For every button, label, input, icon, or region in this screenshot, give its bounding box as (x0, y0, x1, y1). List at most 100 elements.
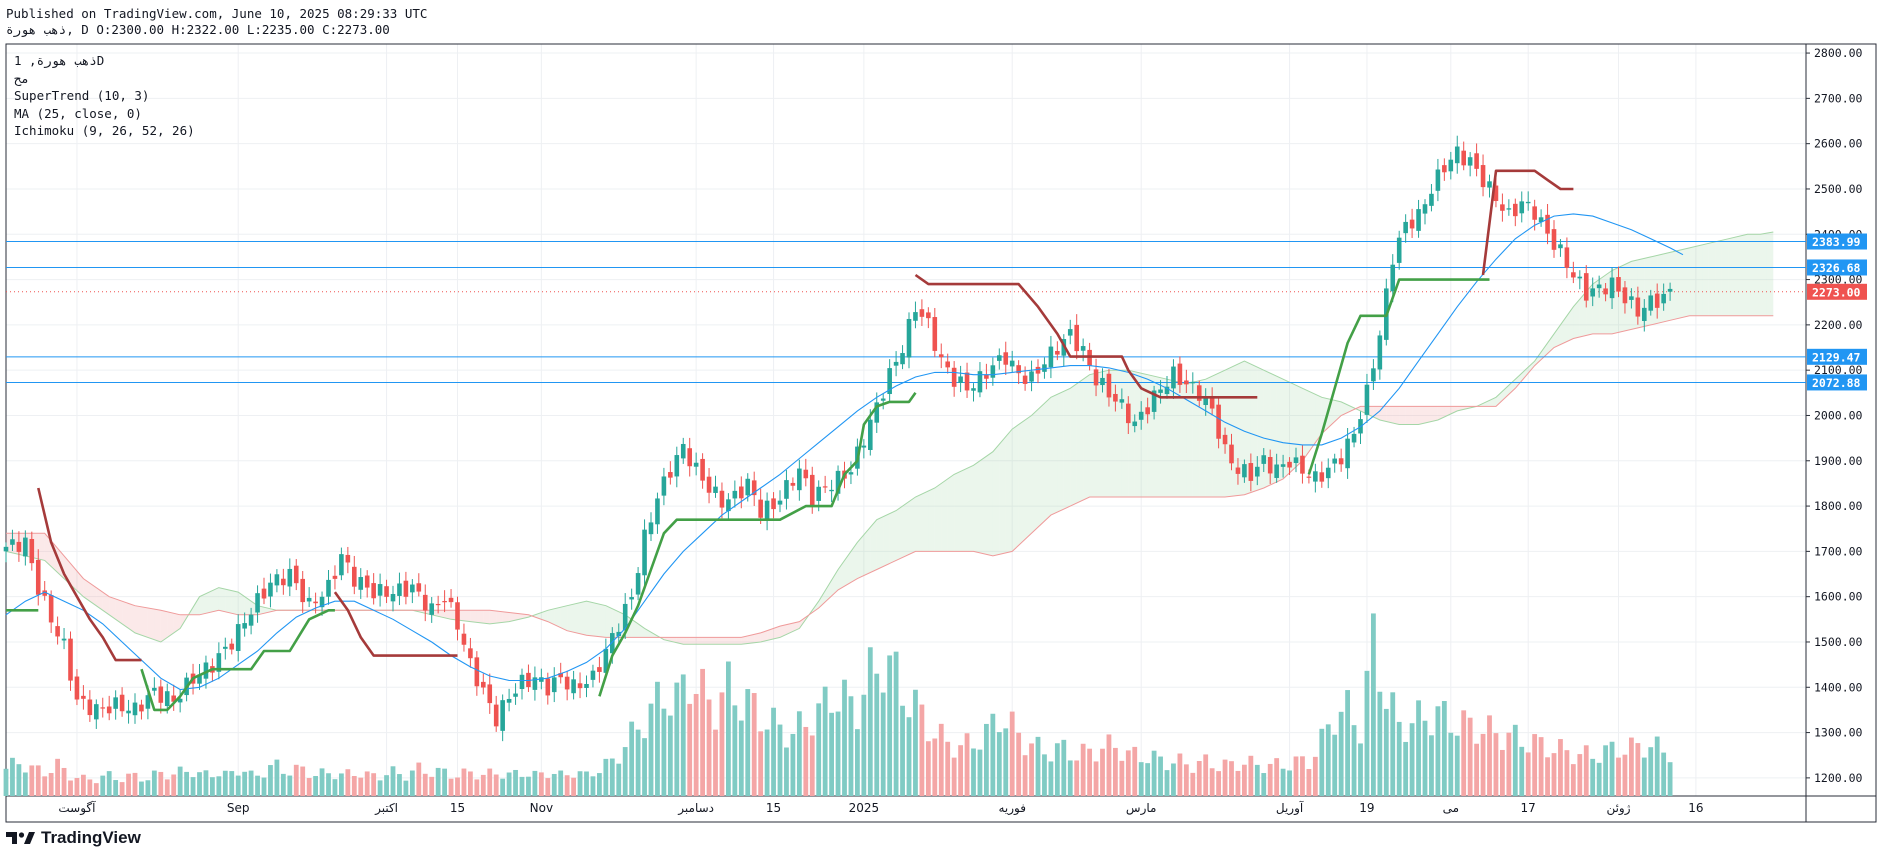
candle-body (339, 554, 344, 576)
candle (1538, 209, 1544, 227)
legend-ichimoku[interactable]: Ichimoku (9, 26, 52, 26) (14, 122, 195, 140)
cloud-segment (1676, 249, 1683, 319)
volume-bar (719, 692, 725, 796)
candle-body (1577, 276, 1583, 279)
candle-body (287, 568, 293, 587)
volume-bar (1519, 746, 1525, 796)
candle-body (1480, 165, 1486, 188)
candle-body (481, 681, 486, 688)
candle (1409, 208, 1415, 238)
candle (1500, 193, 1505, 222)
legend-symbol[interactable]: ذهب هورة, 1D (14, 52, 195, 70)
time-tick-label: 19 (1359, 801, 1374, 815)
candle-body (1545, 214, 1550, 234)
candle (1416, 199, 1421, 238)
candle-body (984, 374, 989, 379)
volume-bar (397, 774, 402, 796)
candle-body (771, 498, 776, 510)
volume-bar (1145, 763, 1151, 796)
candle-body (848, 472, 854, 475)
candle (1467, 152, 1473, 177)
volume-bar (1274, 758, 1280, 796)
cloud-segment (1418, 406, 1425, 425)
candle (1048, 335, 1054, 379)
volume-bar (358, 777, 364, 796)
volume-bar (680, 674, 686, 796)
volume-bar (1609, 741, 1615, 796)
candle-body (564, 676, 570, 690)
candle-body (958, 376, 963, 383)
cloud-segment (470, 610, 477, 623)
cloud-segment (1399, 406, 1406, 425)
price-tick-label: 1900.00 (1814, 454, 1863, 468)
time-tick-label: 17 (1521, 801, 1536, 815)
volume-bar (1312, 756, 1318, 796)
volume-bar (655, 681, 660, 796)
candle (352, 555, 357, 595)
cloud-segment (212, 587, 219, 612)
volume-bar (880, 692, 886, 796)
cloud-segment (979, 456, 987, 555)
cloud-segment (1057, 391, 1064, 513)
volume-bar (796, 711, 802, 796)
volume-bar (1016, 732, 1022, 796)
candle (1551, 220, 1557, 258)
volume-bar (468, 771, 473, 796)
candle-body (274, 574, 280, 586)
volume-bar (571, 777, 576, 796)
volume-bar (906, 717, 912, 796)
volume-bar (158, 771, 164, 796)
cloud-segment (476, 610, 484, 624)
candle-body (790, 482, 796, 486)
volume-bar (1067, 760, 1073, 796)
legend-ma[interactable]: MA (25, close, 0) (14, 105, 195, 123)
candle (648, 512, 654, 542)
candle-body (235, 624, 241, 651)
volume-bar (1119, 760, 1125, 796)
candle (81, 685, 86, 710)
candle-body (1126, 403, 1131, 424)
volume-bar (1661, 752, 1667, 796)
candle-body (926, 312, 931, 319)
cloud-segment (231, 590, 239, 615)
volume-bar (197, 772, 202, 796)
price-chart[interactable]: 1200.00 1300.00 1400.00 1500.00 1600.00 1700.… (0, 0, 1878, 858)
candle-body (1474, 153, 1479, 169)
cloud-segment (1495, 391, 1503, 407)
candle-body (945, 361, 950, 368)
cloud-segment (715, 637, 722, 645)
cloud-segment (1089, 373, 1097, 498)
candle-body (1274, 464, 1279, 478)
volume-bar (1003, 728, 1009, 796)
volume-bar (1487, 715, 1492, 796)
volume-bar (1345, 690, 1350, 796)
volume-bar (1500, 749, 1505, 796)
volume-bar (951, 757, 957, 796)
candle-body (1442, 165, 1447, 173)
cloud-segment (1670, 250, 1677, 321)
volume-bar (745, 689, 751, 796)
cloud-segment (889, 510, 897, 564)
candle (339, 547, 344, 581)
candle-body (364, 575, 370, 588)
candle-body (23, 537, 28, 557)
volume-bar (339, 773, 344, 796)
candle (506, 688, 512, 712)
legend-supertrend[interactable]: SuperTrend (10, 3) (14, 87, 195, 105)
candle (326, 569, 331, 605)
cloud-segment (1683, 247, 1690, 318)
volume-bar (1093, 761, 1099, 796)
volume-bar (938, 723, 944, 796)
candle (1525, 191, 1531, 211)
cloud-segment (1631, 259, 1638, 330)
volume-bar (1596, 762, 1602, 796)
cloud-segment (225, 589, 232, 614)
candle (564, 670, 570, 701)
volume-bar (693, 693, 699, 796)
time-tick-label: 15 (450, 801, 465, 815)
candle-body (1145, 407, 1150, 415)
cloud-segment (1231, 364, 1238, 497)
candle (106, 695, 112, 721)
candle (1422, 199, 1428, 225)
candle (1035, 359, 1041, 384)
